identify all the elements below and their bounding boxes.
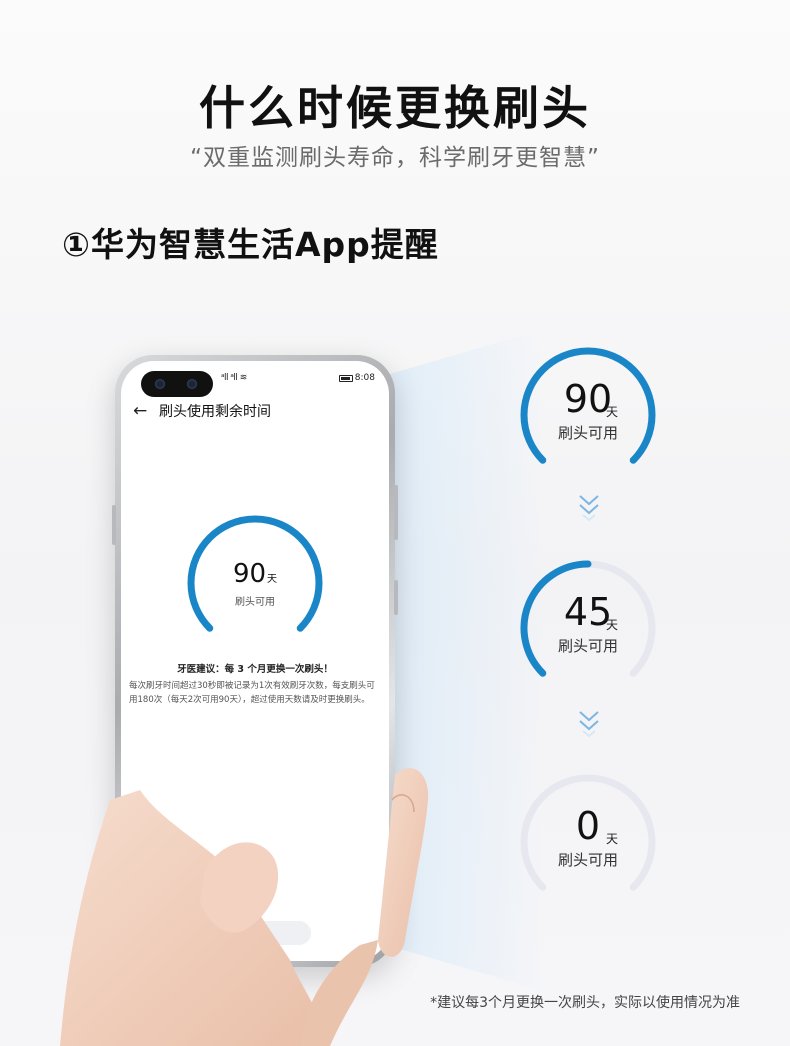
gauge-label: 刷头可用 — [557, 424, 618, 442]
phone-volume-button — [394, 485, 398, 540]
footnote: *建议每3个月更换一次刷头，实际以使用情况为准 — [430, 995, 740, 1011]
chevron-down-icon — [579, 711, 599, 738]
app-title: 刷头使用剩余时间 — [159, 404, 271, 420]
screen-days-value: 90天 — [121, 559, 389, 589]
page-title: 什么时候更换刷头 — [199, 81, 591, 135]
reset-time-button[interactable]: 重置时间 — [181, 921, 311, 945]
gauge-full: 90 天 刷头可用 — [515, 345, 661, 475]
gauge-label: 刷头可用 — [557, 851, 618, 869]
screen-available-label: 刷头可用 — [235, 597, 275, 608]
gauge-unit: 天 — [606, 832, 619, 846]
phone-screen: ᵃll ᵃll ≋ 8:08 ← 刷头使用剩余时间 90天 刷头可用 牙医建议：… — [121, 361, 389, 961]
gauge-days: 45 — [563, 590, 613, 634]
app-header: ← 刷头使用剩余时间 — [133, 401, 271, 421]
gauge-half: 45 天 刷头可用 — [515, 558, 661, 688]
gauge-label: 刷头可用 — [557, 637, 618, 655]
dentist-tip-body: 每次刷牙时间超过30秒即被记录为1次有效刷牙次数，每支刷头可用180次（每天2次… — [129, 681, 375, 705]
section-heading: ①华为智慧生活App提醒 — [62, 225, 439, 264]
phone-power-button — [394, 580, 398, 615]
gauge-unit: 天 — [606, 405, 619, 419]
status-time: 8:08 — [354, 373, 375, 383]
front-camera — [141, 371, 213, 397]
screen-days-number: 90 — [232, 559, 267, 589]
back-arrow-icon[interactable]: ← — [133, 401, 151, 421]
battery-icon — [338, 374, 353, 382]
phone-side-button — [112, 505, 116, 545]
chevron-down-icon — [579, 495, 599, 522]
page-subtitle: “双重监测刷头寿命，科学刷牙更智慧” — [190, 145, 600, 171]
gauge-days: 0 — [575, 804, 601, 848]
dentist-tip-title: 牙医建议：每 3 个月更换一次刷头！ — [177, 664, 333, 675]
signal-icon: ᵃll ᵃll ≋ — [221, 373, 247, 383]
status-bar-right: 8:08 — [338, 373, 375, 383]
gauge-empty: 0 天 刷头可用 — [515, 772, 661, 902]
phone-mockup: ᵃll ᵃll ≋ 8:08 ← 刷头使用剩余时间 90天 刷头可用 牙医建议：… — [112, 355, 398, 967]
gauge-days: 90 — [563, 377, 613, 421]
screen-days-unit: 天 — [267, 574, 278, 585]
gauge-unit: 天 — [606, 618, 619, 632]
